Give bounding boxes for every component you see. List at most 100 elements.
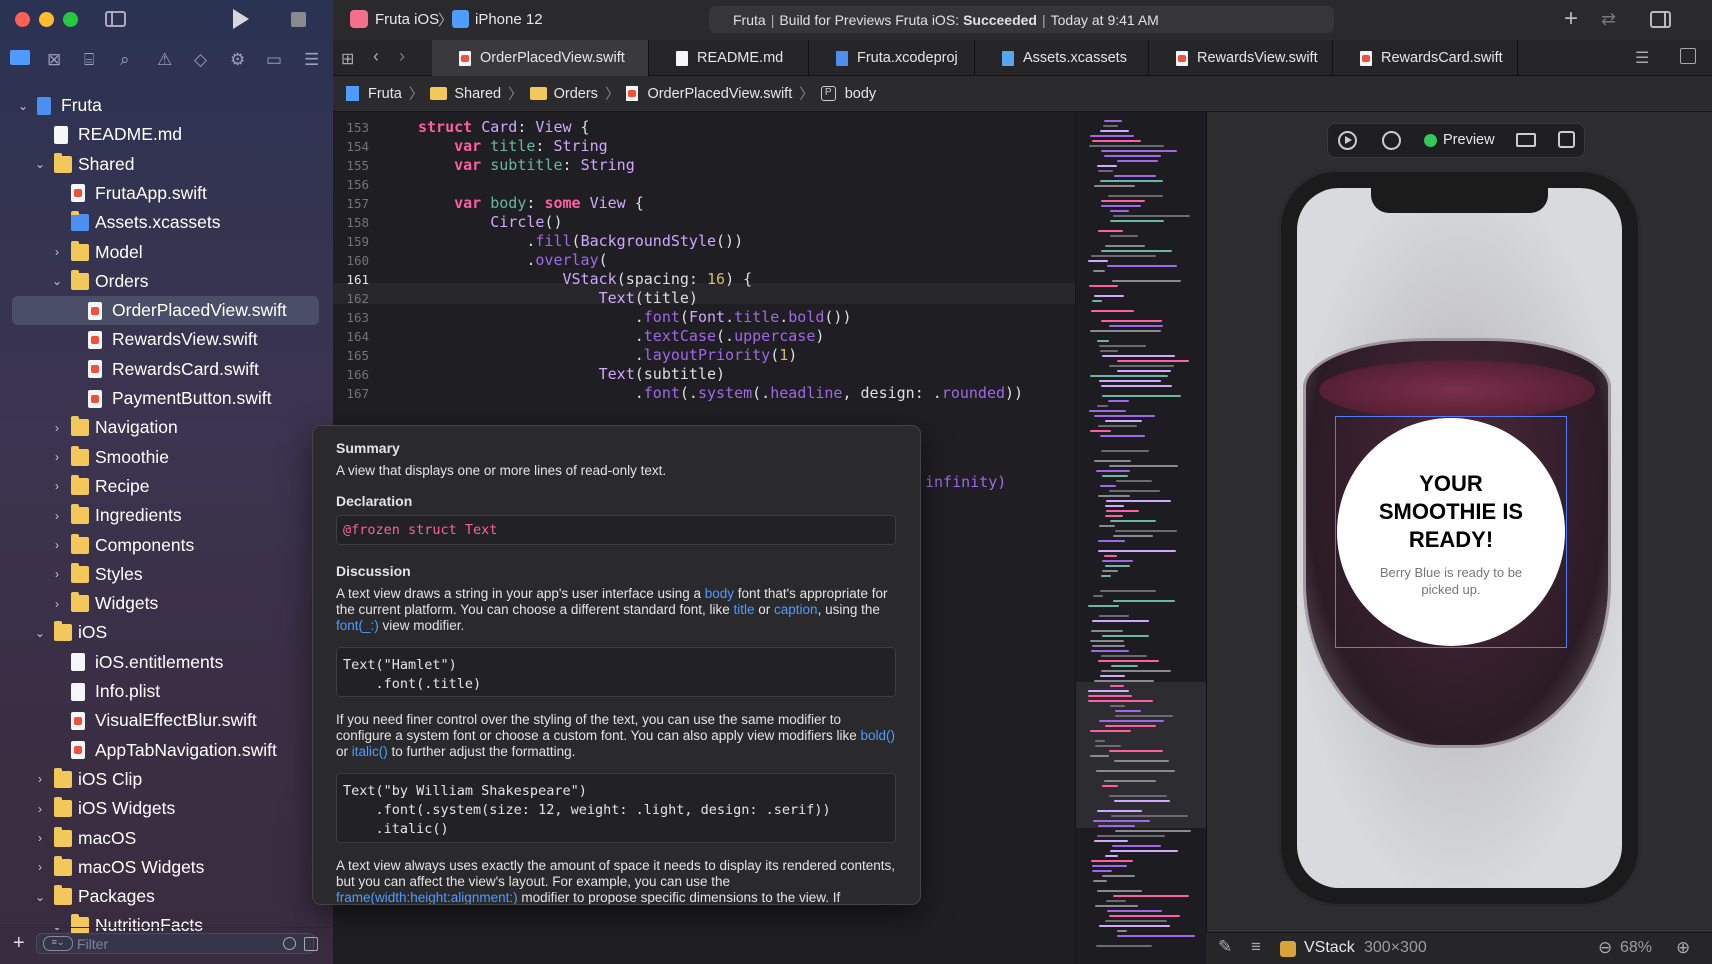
link-caption[interactable]: caption [774,602,818,617]
project-navigator-icon[interactable] [10,50,30,65]
disclosure-closed-icon[interactable]: › [50,509,64,523]
tab-orderplacedview[interactable]: OrderPlacedView.swift [432,40,649,76]
disclosure-open-icon[interactable]: ⌄ [33,626,47,640]
navigator-item[interactable]: OrderPlacedView.swift [12,296,319,326]
link-title[interactable]: title [734,602,755,617]
disclosure-closed-icon[interactable]: › [50,567,64,581]
link-italic[interactable]: italic() [352,744,388,759]
editor-options-icon[interactable]: ☰ [1635,48,1649,68]
preview-label[interactable]: Preview [1443,132,1495,148]
navigator-item[interactable]: RewardsCard.swift [0,355,333,384]
tab-rewardscard[interactable]: RewardsCard.swift [1333,40,1518,76]
disclosure-open-icon[interactable]: ⌄ [16,99,30,113]
link-font[interactable]: font(_:) [336,618,379,633]
navigator-item[interactable]: iOS.entitlements [0,648,333,677]
disclosure-closed-icon[interactable]: › [50,245,64,259]
tab-assets[interactable]: Assets.xcassets [975,40,1149,76]
scheme-selector[interactable]: Fruta iOS [375,11,439,28]
run-button[interactable] [233,9,249,29]
minimap[interactable] [1075,112,1207,964]
modified-files-icon[interactable] [304,937,318,951]
disclosure-closed-icon[interactable]: › [50,479,64,493]
navigator-item[interactable]: › Navigation [0,413,333,442]
preview-canvas[interactable]: Preview YOUR SMOOTHIE IS READY! Berry Bl… [1206,112,1712,932]
navigator-item[interactable]: › Smoothie [0,443,333,472]
navigator-item[interactable]: › Recipe [0,472,333,501]
navigator-item[interactable]: › Ingredients [0,501,333,530]
navigator-item[interactable]: › macOS Widgets [0,853,333,882]
disclosure-closed-icon[interactable]: › [50,597,64,611]
add-file-icon[interactable]: + [13,932,25,955]
library-add-icon[interactable]: + [1564,5,1578,33]
breadcrumb-symbol[interactable]: body [845,86,876,102]
navigator-item[interactable]: VisualEffectBlur.swift [0,706,333,735]
breadcrumb-file[interactable]: OrderPlacedView.swift [647,86,792,102]
disclosure-open-icon[interactable]: ⌄ [50,919,64,933]
disclosure-closed-icon[interactable]: › [33,831,47,845]
disclosure-open-icon[interactable]: ⌄ [33,157,47,171]
disclosure-closed-icon[interactable]: › [50,450,64,464]
back-arrow-icon[interactable]: ‹ [373,46,379,67]
disclosure-closed-icon[interactable]: › [33,772,47,786]
navigator-item[interactable]: › Widgets [0,589,333,618]
debug-navigator-icon[interactable]: ⚙ [230,50,245,70]
stop-button[interactable] [291,12,306,27]
tab-readme[interactable]: README.md [649,40,809,76]
tab-xcodeproj[interactable]: Fruta.xcodeproj [809,40,975,76]
navigator-item[interactable]: › Components [0,531,333,560]
breadcrumb-project[interactable]: Fruta [368,86,402,102]
issue-navigator-icon[interactable]: ⚠ [157,50,172,70]
link-bold[interactable]: bold() [861,728,896,743]
navigator-item[interactable]: › iOS Clip [0,765,333,794]
breadcrumb-shared[interactable]: Shared [454,86,501,102]
zoom-in-icon[interactable]: ⊕ [1676,938,1690,958]
zoom-level[interactable]: 68% [1620,939,1652,957]
run-destination-selector[interactable]: iPhone 12 [475,11,543,28]
code-review-icon[interactable]: ⇄ [1601,9,1616,30]
find-navigator-icon[interactable]: ⌕ [120,50,130,70]
zoom-out-icon[interactable]: ⊖ [1598,938,1612,958]
split-editor-icon[interactable] [1680,48,1696,64]
disclosure-closed-icon[interactable]: › [33,860,47,874]
breakpoint-navigator-icon[interactable]: ▭ [266,50,282,70]
test-navigator-icon[interactable]: ◇ [194,50,207,70]
sidebar-toggle-icon[interactable] [105,11,126,27]
navigator-item[interactable]: › Model [0,238,333,267]
disclosure-closed-icon[interactable]: › [50,538,64,552]
navigator-item[interactable]: Info.plist [0,677,333,706]
breadcrumb-orders[interactable]: Orders [554,86,598,102]
device-settings-icon[interactable] [1516,133,1536,147]
zoom-window-button[interactable] [63,12,78,27]
tab-rewardsview[interactable]: RewardsView.swift [1149,40,1333,76]
navigator-item[interactable]: RewardsView.swift [0,325,333,354]
disclosure-open-icon[interactable]: ⌄ [50,274,64,288]
symbol-navigator-icon[interactable]: ⌸ [84,50,94,70]
link-body[interactable]: body [705,586,734,601]
navigator-item[interactable]: PaymentButton.swift [0,384,333,413]
navigator-item[interactable]: ⌄ Orders [0,267,333,296]
navigator-item[interactable]: Assets.xcassets [0,208,333,237]
navigator-item[interactable]: › iOS Widgets [0,794,333,823]
variants-icon[interactable]: ≡ [1251,937,1261,957]
navigator-item[interactable]: › Styles [0,560,333,589]
forward-arrow-icon[interactable]: › [399,46,405,67]
filter-field[interactable]: ≡⌄ Filter [36,933,314,954]
disclosure-closed-icon[interactable]: › [33,802,47,816]
navigator-item[interactable]: README.md [0,120,333,149]
navigator-item[interactable]: ⌄ iOS [0,618,333,647]
selectable-mode-icon[interactable] [1382,131,1401,150]
live-preview-icon[interactable] [1338,131,1357,150]
pin-icon[interactable]: ✎ [1218,937,1232,957]
navigator-item[interactable]: FrutaApp.swift [0,179,333,208]
navigator-item[interactable]: ⌄ Shared [0,150,333,179]
navigator-item[interactable]: ⌄ Packages [0,882,333,911]
close-window-button[interactable] [15,12,30,27]
navigator-item[interactable]: ⌄ Fruta [0,91,333,120]
recent-files-icon[interactable] [283,937,296,950]
duplicate-preview-icon[interactable] [1558,131,1575,148]
link-frame[interactable]: frame(width:height:alignment:) [336,890,518,904]
report-navigator-icon[interactable]: ☰ [304,50,319,70]
navigator-item[interactable]: › macOS [0,824,333,853]
device-screen[interactable]: YOUR SMOOTHIE IS READY! Berry Blue is re… [1297,188,1622,888]
source-control-icon[interactable]: ⊠ [47,50,61,70]
